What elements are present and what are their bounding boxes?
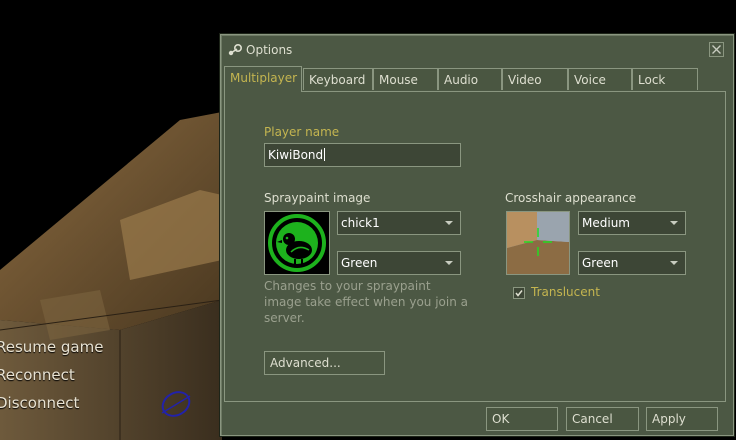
tab-video[interactable]: Video [502, 68, 568, 90]
apply-button[interactable]: Apply [646, 407, 718, 431]
chevron-down-icon [445, 221, 453, 225]
ok-button[interactable]: OK [486, 407, 558, 431]
crosshair-preview [506, 211, 570, 275]
tab-mouse[interactable]: Mouse [373, 68, 438, 90]
spraypaint-preview [264, 211, 330, 275]
chevron-down-icon [445, 261, 453, 265]
spraypaint-help-2: image take effect when you join a [264, 295, 468, 309]
crosshair-size-select[interactable]: Medium [578, 211, 686, 235]
player-name-input[interactable]: KiwiBond [264, 143, 461, 167]
translucent-label[interactable]: Translucent [531, 285, 600, 299]
spraypaint-color-select[interactable]: Green [337, 251, 461, 275]
advanced-button[interactable]: Advanced... [264, 351, 385, 375]
spraypaint-help-3: server. [264, 311, 305, 325]
cancel-button[interactable]: Cancel [566, 407, 639, 431]
chevron-down-icon [670, 261, 678, 265]
resume-game-item[interactable]: Resume game [0, 338, 103, 356]
checkmark-icon [515, 290, 523, 297]
tab-lock[interactable]: Lock [632, 68, 698, 90]
close-button[interactable] [709, 42, 724, 57]
steam-icon [227, 43, 243, 57]
title-bar[interactable]: Options [221, 35, 733, 65]
chevron-down-icon [670, 221, 678, 225]
spraypaint-label: Spraypaint image [264, 191, 371, 205]
crosshair-size-value: Medium [582, 216, 630, 230]
crosshair-label: Crosshair appearance [505, 191, 637, 205]
dialog-title: Options [246, 43, 293, 57]
player-name-value: KiwiBond [268, 148, 324, 162]
spraypaint-image-select[interactable]: chick1 [337, 211, 461, 235]
crosshair-color-value: Green [582, 256, 619, 270]
tab-audio[interactable]: Audio [438, 68, 502, 90]
spraypaint-color-value: Green [341, 256, 378, 270]
translucent-checkbox[interactable] [513, 287, 525, 299]
disconnect-item[interactable]: Disconnect [0, 394, 79, 412]
tab-multiplayer[interactable]: Multiplayer [224, 66, 302, 92]
chick-spray-icon [268, 214, 326, 272]
options-dialog: Options Multiplayer Keyboard Mouse Audio… [220, 34, 734, 436]
spraypaint-image-value: chick1 [341, 216, 380, 230]
crosshair-color-select[interactable]: Green [578, 251, 686, 275]
player-name-label: Player name [264, 125, 340, 139]
crosshair-preview-image [507, 212, 569, 274]
tab-voice[interactable]: Voice [568, 68, 632, 90]
reconnect-item[interactable]: Reconnect [0, 366, 75, 384]
multiplayer-page: Player name KiwiBond Spraypaint image ch… [224, 91, 726, 402]
tab-keyboard[interactable]: Keyboard [303, 68, 373, 90]
close-icon [712, 45, 721, 54]
spraypaint-help-1: Changes to your spraypaint [264, 279, 431, 293]
